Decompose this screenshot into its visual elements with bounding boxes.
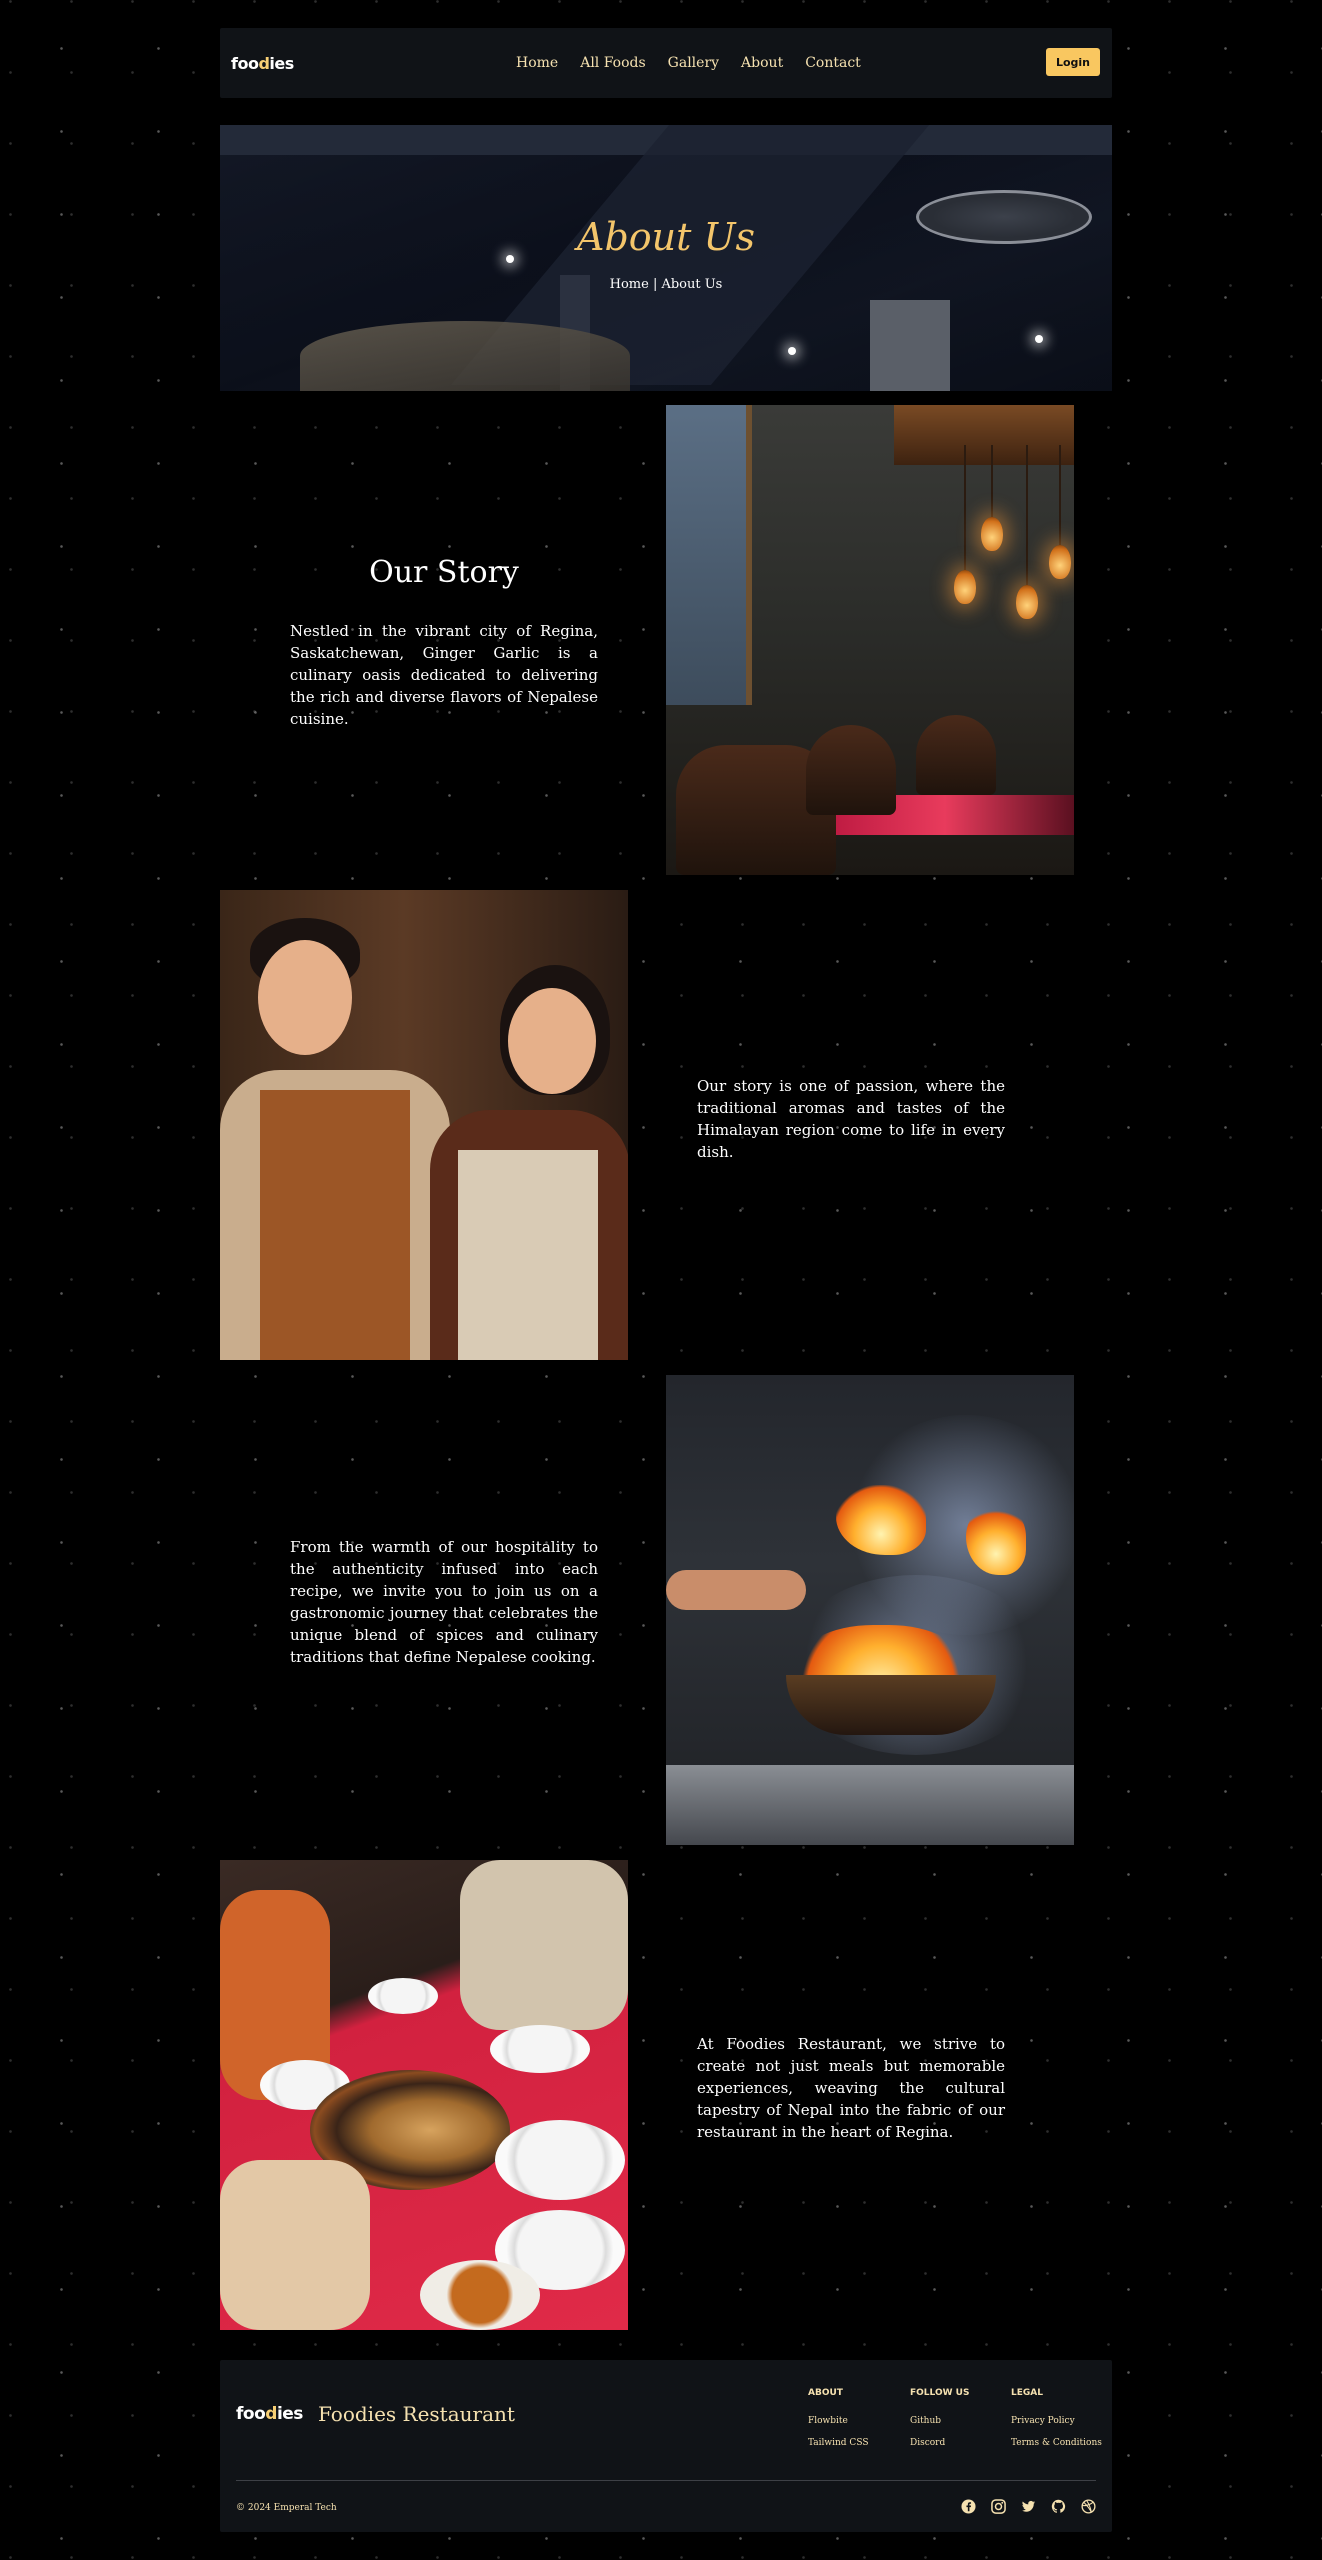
guest-foreground-arm	[220, 2160, 370, 2330]
story-paragraph-2: Our story is one of passion, where the t…	[697, 1077, 1005, 1161]
footer-col-legal: LEGAL Privacy Policy Terms & Conditions	[1011, 2388, 1102, 2460]
hero-banner: About Us Home | About Us	[220, 125, 1112, 391]
footer-col-follow: FOLLOW US Github Discord	[910, 2388, 969, 2460]
footer-link-terms[interactable]: Terms & Conditions	[1011, 2438, 1102, 2448]
edison-bulb	[954, 570, 976, 604]
footer-link-tailwind[interactable]: Tailwind CSS	[808, 2438, 869, 2448]
window-art	[666, 405, 752, 705]
stove-rail	[666, 1765, 1074, 1845]
dining-spread-image	[220, 1860, 628, 2330]
edison-bulb	[981, 517, 1003, 551]
github-icon[interactable]	[1051, 2499, 1066, 2514]
nav-item-contact[interactable]: Contact	[805, 55, 861, 71]
social-links	[961, 2499, 1096, 2514]
man-face	[258, 940, 352, 1055]
footer-brand-name: Foodies Restaurant	[318, 2402, 515, 2426]
woman-apron	[458, 1150, 598, 1360]
logo-accent: d	[258, 53, 270, 73]
footer-logo[interactable]: foodies	[236, 2404, 303, 2424]
nav-item-gallery[interactable]: Gallery	[668, 55, 719, 71]
logo-text-end: ies	[276, 2404, 303, 2424]
wok	[786, 1675, 996, 1735]
footer-heading: FOLLOW US	[910, 2388, 970, 2398]
nav-item-all-foods[interactable]: All Foods	[580, 55, 645, 71]
dining-chair	[806, 725, 896, 815]
salad-plate	[495, 2120, 625, 2200]
logo-text-end: ies	[269, 53, 294, 73]
logo-text: foo	[231, 53, 259, 73]
ceiling-pipe	[894, 405, 1074, 465]
nav-menu: Home All Foods Gallery About Contact	[516, 55, 861, 71]
nav-item-home[interactable]: Home	[516, 55, 558, 71]
plate	[490, 2025, 590, 2073]
flambe-cooking-image	[666, 1375, 1074, 1845]
footer-divider	[236, 2480, 1096, 2481]
footer-heading: LEGAL	[1011, 2388, 1043, 2398]
ceiling-drape	[300, 321, 630, 391]
instagram-icon[interactable]	[991, 2499, 1006, 2514]
logo-accent: d	[265, 2404, 277, 2424]
login-button[interactable]: Login	[1046, 48, 1100, 76]
story-paragraph-3: From the warmth of our hospitality to th…	[290, 1538, 598, 1666]
logo-text: foo	[236, 2404, 266, 2424]
dining-chair	[916, 715, 996, 795]
dribbble-icon[interactable]	[1081, 2499, 1096, 2514]
breadcrumb: Home | About Us	[609, 277, 723, 292]
footer: foodies Foodies Restaurant ABOUT Flowbit…	[220, 2360, 1112, 2532]
nav-item-about[interactable]: About	[741, 55, 783, 71]
man-apron	[260, 1090, 410, 1360]
guest-beige-shirt	[460, 1860, 628, 2030]
ceiling-light	[1035, 335, 1043, 343]
copyright: © 2024 Emperal Tech	[236, 2503, 337, 2513]
footer-heading: ABOUT	[808, 2388, 843, 2398]
woman-face	[508, 988, 596, 1094]
ceiling-light	[788, 347, 796, 355]
plate	[368, 1978, 438, 2014]
page-title: About Us	[577, 215, 755, 259]
chef-arm	[666, 1570, 806, 1610]
story-paragraph-4: At Foodies Restaurant, we strive to crea…	[697, 2035, 1005, 2141]
staff-photo	[220, 890, 628, 1360]
section-title: Our Story	[369, 555, 519, 590]
footer-col-about: ABOUT Flowbite Tailwind CSS	[808, 2388, 869, 2460]
edison-bulb	[1049, 545, 1071, 579]
soup-bowl	[420, 2260, 540, 2330]
edison-bulb	[1016, 585, 1038, 619]
navbar: foodies Home All Foods Gallery About Con…	[220, 28, 1112, 98]
facebook-icon[interactable]	[961, 2499, 976, 2514]
story-paragraph-1: Nestled in the vibrant city of Regina, S…	[290, 622, 598, 728]
footer-link-privacy[interactable]: Privacy Policy	[1011, 2416, 1102, 2426]
footer-link-flowbite[interactable]: Flowbite	[808, 2416, 869, 2426]
logo[interactable]: foodies	[231, 54, 294, 73]
bulb-wire	[1026, 445, 1028, 605]
footer-link-github[interactable]: Github	[910, 2416, 969, 2426]
restaurant-interior-image	[666, 405, 1074, 875]
footer-link-discord[interactable]: Discord	[910, 2438, 969, 2448]
ceiling-pillar-light	[870, 300, 950, 391]
twitter-icon[interactable]	[1021, 2499, 1036, 2514]
